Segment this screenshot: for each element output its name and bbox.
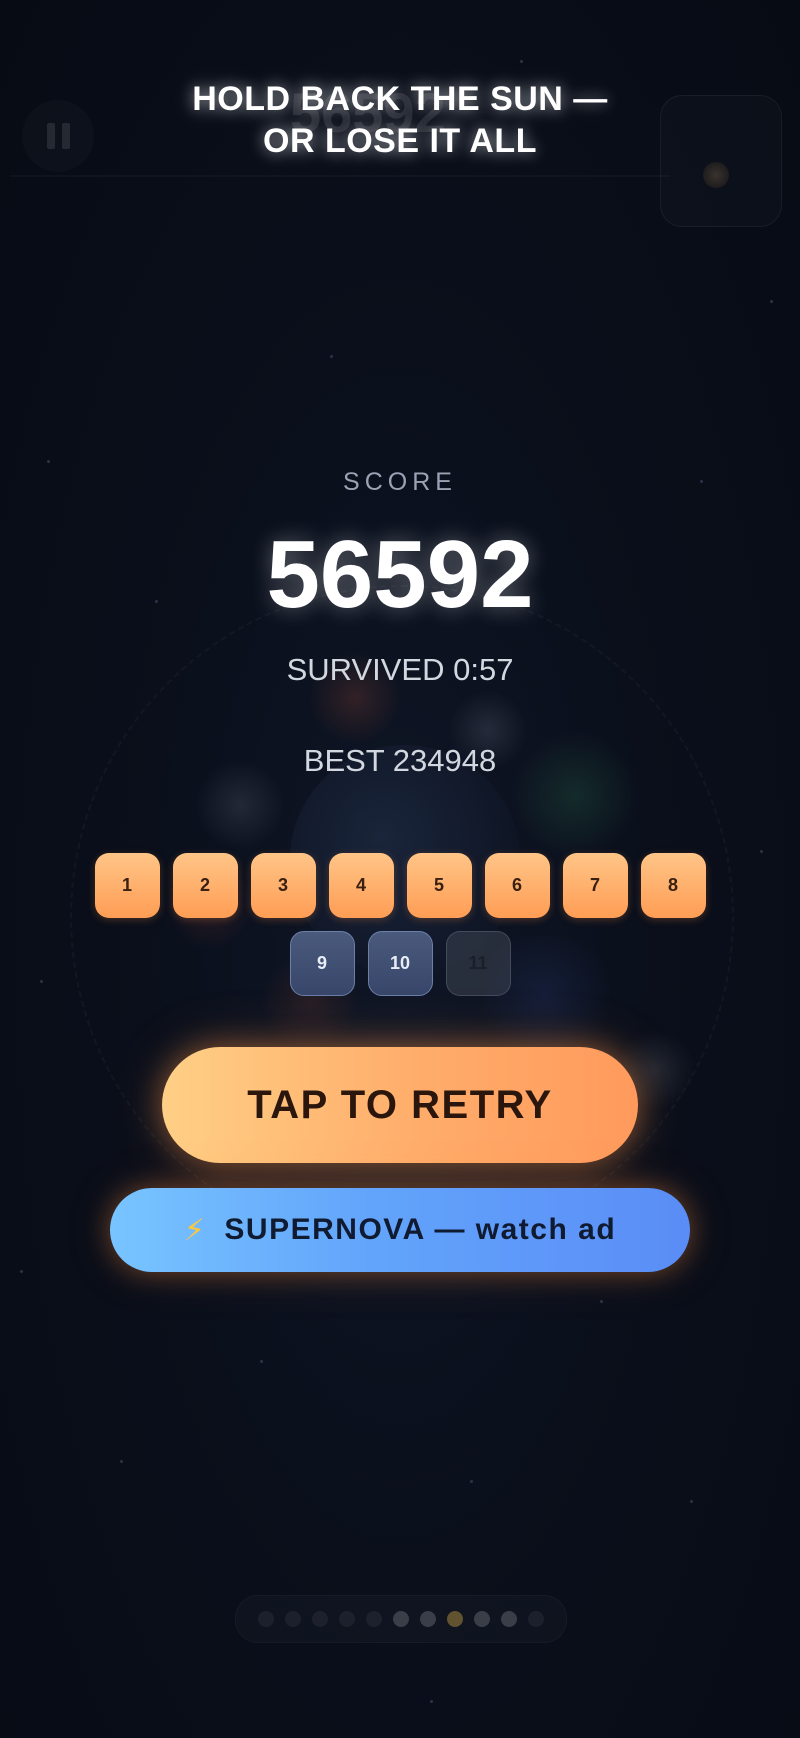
supernova-watch-ad-button[interactable]: ⚡ SUPERNOVA — watch ad — [110, 1188, 690, 1272]
pager-dot — [366, 1611, 382, 1627]
headline-line-2: OR LOSE IT ALL — [263, 122, 537, 160]
supernova-label: SUPERNOVA — watch ad — [224, 1213, 617, 1246]
level-tile: 6 — [484, 853, 550, 918]
lightning-bolt-icon: ⚡ — [183, 1213, 207, 1247]
background-divider — [10, 175, 670, 177]
survived-time: SURVIVED 0:57 — [286, 652, 514, 687]
pager-dot — [420, 1611, 436, 1627]
pager-dot — [285, 1611, 301, 1627]
level-tile: 9 — [289, 931, 355, 996]
score-label: SCORE — [343, 468, 457, 496]
headline-line-1: HOLD BACK THE SUN — — [192, 80, 608, 118]
level-tile: 8 — [640, 853, 706, 918]
level-progress-row-1: 1 2 3 4 5 6 7 8 — [0, 853, 800, 918]
retry-button[interactable]: TAP TO RETRY — [162, 1047, 638, 1163]
pager-dot — [501, 1611, 517, 1627]
pager-dots — [235, 1595, 567, 1643]
level-tile: 5 — [406, 853, 472, 918]
next-planet-icon — [703, 162, 729, 188]
pager-dot — [312, 1611, 328, 1627]
level-tile: 2 — [172, 853, 238, 918]
pager-dot-active — [447, 1611, 463, 1627]
level-tile: 10 — [367, 931, 433, 996]
pager-dot — [528, 1611, 544, 1627]
pager-dot — [258, 1611, 274, 1627]
score-value: 56592 — [266, 521, 534, 628]
pager-dot — [474, 1611, 490, 1627]
level-tile: 4 — [328, 853, 394, 918]
level-tile-locked: 11 — [445, 931, 511, 996]
level-progress-row-2: 9 10 11 — [0, 931, 800, 996]
pager-dot — [339, 1611, 355, 1627]
level-tile: 3 — [250, 853, 316, 918]
headline-banner: HOLD BACK THE SUN — OR LOSE IT ALL — [0, 78, 800, 162]
level-tile: 7 — [562, 853, 628, 918]
best-score: BEST 234948 — [303, 743, 497, 778]
pager-dot — [393, 1611, 409, 1627]
level-tile: 1 — [94, 853, 160, 918]
